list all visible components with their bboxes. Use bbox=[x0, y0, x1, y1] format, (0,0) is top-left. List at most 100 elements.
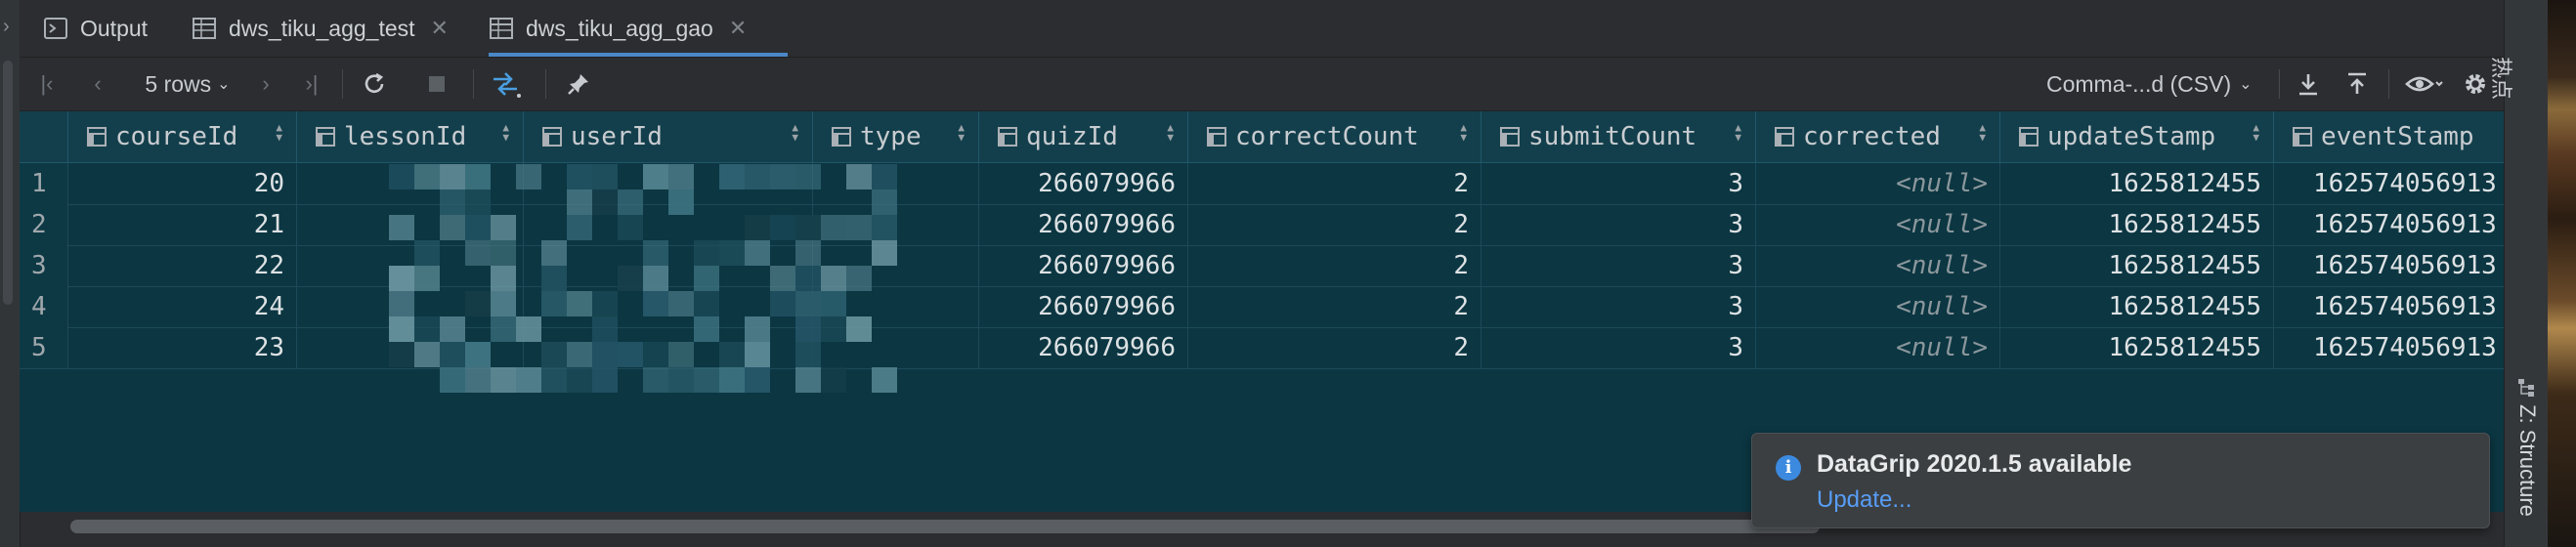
transpose-icon[interactable] bbox=[487, 67, 526, 101]
tab-dws-tiku-agg-gao[interactable]: dws_tiku_agg_gao ✕ bbox=[489, 0, 788, 57]
export-format-selector[interactable]: Comma-...d (CSV) ⌄ bbox=[2046, 67, 2271, 101]
cell-updateStamp[interactable]: 1625812455 bbox=[2000, 204, 2274, 245]
mosaic-pixel bbox=[592, 367, 618, 393]
close-icon[interactable]: ✕ bbox=[729, 16, 747, 41]
column-header-updateStamp[interactable]: updateStamp ▲ ▼ bbox=[2000, 111, 2274, 162]
cell-eventStamp[interactable]: 162574056913 bbox=[2274, 327, 2504, 368]
row-number[interactable]: 5 bbox=[20, 327, 68, 368]
sort-icon[interactable]: ▲ ▼ bbox=[958, 122, 965, 143]
first-page-icon[interactable]: |‹ bbox=[33, 67, 61, 101]
stop-icon[interactable] bbox=[422, 67, 451, 101]
cell-submitCount[interactable]: 3 bbox=[1481, 245, 1756, 286]
cell-correctCount[interactable]: 2 bbox=[1188, 204, 1481, 245]
mosaic-pixel bbox=[389, 215, 414, 240]
cell-correctCount[interactable]: 2 bbox=[1188, 163, 1481, 204]
next-page-icon[interactable]: › bbox=[252, 67, 279, 101]
mosaic-pixel bbox=[872, 367, 897, 393]
column-header-type[interactable]: type ▲ ▼ bbox=[813, 111, 979, 162]
mosaic-pixel bbox=[465, 342, 491, 367]
previous-page-icon[interactable]: ‹ bbox=[84, 67, 111, 101]
last-page-icon[interactable]: ›| bbox=[297, 67, 326, 101]
upload-icon[interactable] bbox=[2341, 67, 2373, 101]
cell-corrected[interactable]: <null> bbox=[1756, 327, 2000, 368]
expand-arrow-icon[interactable]: › bbox=[3, 16, 10, 38]
cell-correctCount[interactable]: 2 bbox=[1188, 327, 1481, 368]
pin-icon[interactable] bbox=[563, 67, 594, 101]
sort-icon[interactable]: ▲ ▼ bbox=[2253, 122, 2259, 143]
cell-courseId[interactable]: 22 bbox=[68, 245, 297, 286]
cell-correctCount[interactable]: 2 bbox=[1188, 245, 1481, 286]
cell-submitCount[interactable]: 3 bbox=[1481, 163, 1756, 204]
column-header-quizId[interactable]: quizId ▲ ▼ bbox=[979, 111, 1188, 162]
row-number[interactable]: 2 bbox=[20, 204, 68, 245]
sort-icon[interactable]: ▲ ▼ bbox=[1460, 122, 1467, 143]
mosaic-pixel bbox=[719, 240, 745, 266]
rows-selector[interactable]: 5 rows ⌄ bbox=[129, 67, 246, 101]
column-header-label: courseId bbox=[115, 122, 238, 151]
close-icon[interactable]: ✕ bbox=[431, 16, 449, 41]
column-icon bbox=[2293, 127, 2312, 147]
cell-correctCount[interactable]: 2 bbox=[1188, 286, 1481, 327]
cell-submitCount[interactable]: 3 bbox=[1481, 286, 1756, 327]
cell-quizId[interactable]: 266079966 bbox=[979, 163, 1188, 204]
cell-corrected[interactable]: <null> bbox=[1756, 286, 2000, 327]
mosaic-pixel bbox=[618, 342, 643, 367]
scrollbar-thumb[interactable] bbox=[70, 520, 1820, 533]
column-icon bbox=[2019, 127, 2039, 147]
column-header-correctCount[interactable]: correctCount ▲ ▼ bbox=[1188, 111, 1481, 162]
cell-corrected[interactable]: <null> bbox=[1756, 245, 2000, 286]
cell-quizId[interactable]: 266079966 bbox=[979, 245, 1188, 286]
column-header-submitCount[interactable]: submitCount ▲ ▼ bbox=[1481, 111, 1756, 162]
sort-icon[interactable]: ▲ ▼ bbox=[276, 122, 282, 143]
cell-eventStamp[interactable]: 162574056913 bbox=[2274, 245, 2504, 286]
column-header-corrected[interactable]: corrected ▲ ▼ bbox=[1756, 111, 2000, 162]
sort-icon[interactable]: ▲ ▼ bbox=[1735, 122, 1741, 143]
cell-corrected[interactable]: <null> bbox=[1756, 163, 2000, 204]
cell-courseId[interactable]: 21 bbox=[68, 204, 297, 245]
mosaic-pixel bbox=[694, 240, 719, 266]
sort-icon[interactable]: ▲ ▼ bbox=[792, 122, 798, 143]
cell-eventStamp[interactable]: 162574056913 bbox=[2274, 204, 2504, 245]
row-number[interactable]: 3 bbox=[20, 245, 68, 286]
mosaic-pixel bbox=[872, 215, 897, 240]
column-header-lessonId[interactable]: lessonId ▲ ▼ bbox=[297, 111, 524, 162]
cell-courseId[interactable]: 20 bbox=[68, 163, 297, 204]
cell-quizId[interactable]: 266079966 bbox=[979, 327, 1188, 368]
vertical-scrollbar[interactable] bbox=[3, 61, 13, 305]
sort-icon[interactable]: ▲ ▼ bbox=[1979, 122, 1986, 143]
cell-updateStamp[interactable]: 1625812455 bbox=[2000, 245, 2274, 286]
cell-corrected[interactable]: <null> bbox=[1756, 204, 2000, 245]
column-header-eventStamp[interactable]: eventStamp▲▼ bbox=[2274, 111, 2504, 162]
cell-courseId[interactable]: 24 bbox=[68, 286, 297, 327]
cell-submitCount[interactable]: 3 bbox=[1481, 204, 1756, 245]
cell-eventStamp[interactable]: 162574056913 bbox=[2274, 163, 2504, 204]
column-icon bbox=[1207, 127, 1226, 147]
structure-icon bbox=[2518, 379, 2534, 397]
download-icon[interactable] bbox=[2293, 67, 2324, 101]
row-number[interactable]: 4 bbox=[20, 286, 68, 327]
row-number[interactable]: 1 bbox=[20, 163, 68, 204]
update-link[interactable]: Update... bbox=[1817, 486, 1911, 514]
view-options-eye-icon[interactable] bbox=[2402, 67, 2447, 101]
update-notification[interactable]: i DataGrip 2020.1.5 available Update... bbox=[1751, 433, 2490, 528]
cell-submitCount[interactable]: 3 bbox=[1481, 327, 1756, 368]
tab-dws-tiku-agg-test[interactable]: dws_tiku_agg_test ✕ bbox=[192, 0, 449, 57]
refresh-icon[interactable] bbox=[358, 67, 391, 101]
sort-icon[interactable]: ▲ ▼ bbox=[502, 122, 509, 143]
tab-output[interactable]: Output bbox=[43, 0, 170, 57]
cell-updateStamp[interactable]: 1625812455 bbox=[2000, 327, 2274, 368]
mosaic-pixel bbox=[389, 164, 414, 189]
cell-quizId[interactable]: 266079966 bbox=[979, 204, 1188, 245]
mosaic-pixel bbox=[694, 266, 719, 291]
sort-icon[interactable]: ▲ ▼ bbox=[1167, 122, 1174, 143]
column-header-courseId[interactable]: courseId ▲ ▼ bbox=[68, 111, 297, 162]
cell-quizId[interactable]: 266079966 bbox=[979, 286, 1188, 327]
structure-tool-tab[interactable]: Z: Structure bbox=[2511, 377, 2542, 533]
cell-courseId[interactable]: 23 bbox=[68, 327, 297, 368]
cell-updateStamp[interactable]: 1625812455 bbox=[2000, 286, 2274, 327]
table-icon bbox=[193, 18, 216, 39]
cell-updateStamp[interactable]: 1625812455 bbox=[2000, 163, 2274, 204]
column-header-userId[interactable]: userId ▲ ▼ bbox=[524, 111, 813, 162]
cell-eventStamp[interactable]: 162574056913 bbox=[2274, 286, 2504, 327]
mosaic-pixel bbox=[516, 164, 541, 189]
